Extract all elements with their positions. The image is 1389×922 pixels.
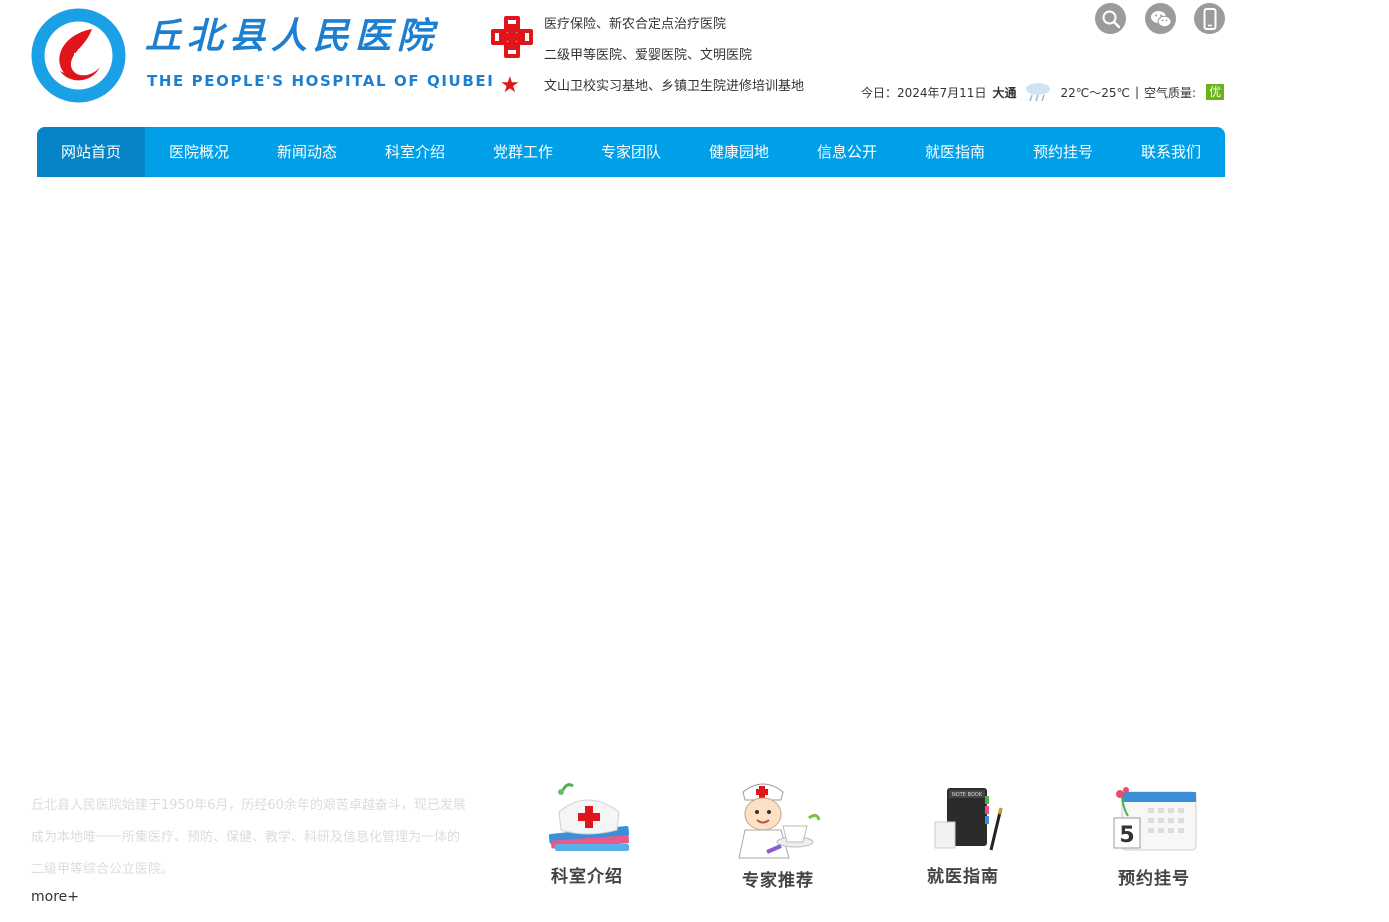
weather-bar: 今日：2024年7月11日 大通 22℃～25℃ | 空气质量: 优 xyxy=(861,80,1225,105)
nav-item-news[interactable]: 新闻动态 xyxy=(253,127,361,177)
quick-link-departments[interactable]: 科室介绍 xyxy=(527,778,647,887)
calendar-icon: 5 xyxy=(1113,787,1197,851)
nav-item-info-disclosure[interactable]: 信息公开 xyxy=(793,127,901,177)
nav-item-departments[interactable]: 科室介绍 xyxy=(361,127,469,177)
nav-item-contact[interactable]: 联系我们 xyxy=(1117,127,1225,177)
quick-link-experts[interactable]: 专家推荐 xyxy=(718,778,838,891)
tag-training-base: 文山卫校实习基地、乡镇卫生院进修培训基地 xyxy=(544,79,805,94)
hospital-name-cn: 丘北县人民医院 xyxy=(145,15,440,57)
nav-item-overview[interactable]: 医院概况 xyxy=(145,127,253,177)
main-nav: 网站首页 医院概况 新闻动态 科室介绍 党群工作 专家团队 健康园地 信息公开 … xyxy=(37,127,1225,177)
wechat-icon xyxy=(1150,10,1171,27)
weather-city: 大通 xyxy=(992,85,1017,100)
tag-insurance: 医疗保险、新农合定点治疗医院 xyxy=(544,17,727,32)
svg-text:NOTE BOOK: NOTE BOOK xyxy=(952,792,983,798)
hospital-logo[interactable] xyxy=(30,7,127,104)
notebook-pen-icon: NOTE BOOK xyxy=(934,788,1003,851)
hospital-intro: 丘北县人民医院始建于1950年6月，历经60余年的艰苦卓越奋斗，现已发展成为本地… xyxy=(31,798,466,877)
nav-item-appointment[interactable]: 预约挂号 xyxy=(1009,127,1117,177)
search-button[interactable] xyxy=(1095,3,1126,34)
nav-item-home[interactable]: 网站首页 xyxy=(37,127,145,177)
quick-link-appointment[interactable]: 5 预约挂号 xyxy=(1094,778,1214,889)
air-quality-badge: 优 xyxy=(1206,84,1225,100)
tag-grade: 二级甲等医院、爱婴医院、文明医院 xyxy=(544,48,753,63)
air-quality-label: 空气质量: xyxy=(1144,85,1197,100)
nav-item-health[interactable]: 健康园地 xyxy=(685,127,793,177)
mobile-button[interactable] xyxy=(1194,3,1225,34)
search-icon xyxy=(1102,10,1120,28)
quick-link-label: 预约挂号 xyxy=(1118,869,1190,889)
quick-link-guide[interactable]: NOTE BOOK 就医指南 xyxy=(903,778,1023,887)
rain-cloud-icon xyxy=(1022,80,1054,105)
more-link[interactable]: more+ xyxy=(31,889,79,905)
quick-link-label: 专家推荐 xyxy=(742,871,814,891)
weather-date: 今日：2024年7月11日 xyxy=(861,85,987,100)
wechat-button[interactable] xyxy=(1145,3,1176,34)
mobile-icon xyxy=(1203,7,1216,30)
red-cross-icon xyxy=(491,16,533,58)
svg-text:5: 5 xyxy=(1119,823,1134,848)
nurse-cap-books-icon xyxy=(548,783,630,851)
star-icon: ★ xyxy=(500,73,520,98)
quick-link-label: 科室介绍 xyxy=(551,867,623,887)
weather-temp: 22℃～25℃ xyxy=(1060,85,1130,100)
quick-link-label: 就医指南 xyxy=(927,867,999,887)
nav-item-party-work[interactable]: 党群工作 xyxy=(469,127,577,177)
doctor-cartoon-icon xyxy=(738,783,821,859)
nav-item-experts[interactable]: 专家团队 xyxy=(577,127,685,177)
hospital-name-en: THE PEOPLE'S HOSPITAL OF QIUBEI xyxy=(147,72,495,90)
weather-separator: | xyxy=(1134,85,1140,99)
nav-item-guide[interactable]: 就医指南 xyxy=(901,127,1009,177)
